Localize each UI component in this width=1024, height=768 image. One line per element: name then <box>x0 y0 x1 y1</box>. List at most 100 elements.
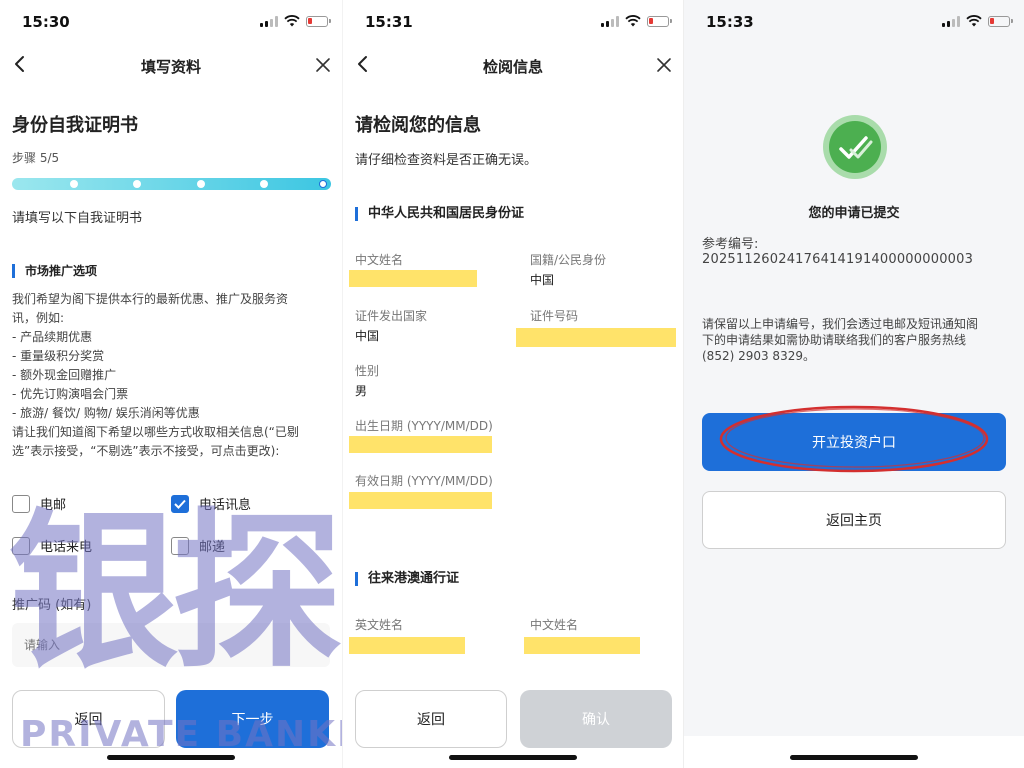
review-info-screen: 15:31 检阅信息 请检阅您的信息 请仔细检查资料是否正确无误。 中华人民共和… <box>342 0 683 768</box>
page-title: 身份自我证明书 <box>12 115 138 136</box>
description-line: 我们希望为阁下提供本行的最新优惠、推广及服务资 <box>12 292 289 306</box>
redaction-mark <box>349 270 477 287</box>
checkbox-box-checked[interactable] <box>171 494 189 513</box>
status-time: 15:33 <box>706 13 754 31</box>
referral-label: 推广码 (如有) <box>12 598 92 613</box>
close-icon[interactable] <box>655 56 673 74</box>
bottom-bar <box>684 736 1024 768</box>
redaction-mark <box>349 436 492 453</box>
cellular-signal-icon <box>260 15 278 27</box>
section-title-id-card: 中华人民共和国居民身份证 <box>355 207 524 221</box>
status-time: 15:30 <box>22 13 70 31</box>
checkbox-phone-call[interactable]: 电话来电 <box>12 536 92 555</box>
step-indicator: 步骤 5/5 <box>12 151 60 165</box>
marketing-description: 我们希望为阁下提供本行的最新优惠、推广及服务资 讯，例如: - 产品续期优惠 -… <box>12 290 330 461</box>
checkmark-icon <box>174 499 186 509</box>
reference-number: 20251126024176414191400000000003 <box>702 252 974 267</box>
description-line: - 重量级积分奖赏 <box>12 349 105 363</box>
battery-low-icon <box>988 15 1013 27</box>
field-label-chinese-name-2: 中文姓名 <box>530 618 579 632</box>
section-title-marketing: 市场推广选项 <box>12 264 97 278</box>
progress-dot <box>70 180 78 188</box>
field-label-nationality: 国籍/公民身份 <box>530 253 607 267</box>
home-indicator <box>449 755 577 760</box>
checkbox-box[interactable] <box>12 494 30 513</box>
field-label-english-name: 英文姓名 <box>355 618 404 632</box>
wifi-icon <box>966 15 982 27</box>
field-label-issuing-country: 证件发出国家 <box>355 309 428 323</box>
checkbox-mail[interactable]: 邮递 <box>171 536 225 555</box>
description-line: 讯，例如: <box>12 311 65 325</box>
page-title: 请检阅您的信息 <box>355 115 481 136</box>
confirm-button[interactable]: 确认 <box>520 690 672 748</box>
redaction-mark <box>349 637 465 654</box>
back-button[interactable]: 返回 <box>12 690 165 748</box>
home-indicator <box>107 755 235 760</box>
checkbox-label: 电话讯息 <box>199 498 252 513</box>
next-button[interactable]: 下一步 <box>176 690 329 748</box>
page-subtitle: 请仔细检查资料是否正确无误。 <box>355 153 538 168</box>
battery-low-icon <box>306 15 331 27</box>
wifi-icon <box>284 15 300 27</box>
progress-dot <box>197 180 205 188</box>
redaction-mark <box>349 492 492 509</box>
field-value-nationality: 中国 <box>530 273 555 287</box>
notice-text: 请保留以上申请编号，我们会透过电邮及短讯通知阁 下的申请结果如需协助请联络我们的… <box>702 316 1012 364</box>
nav-title: 检阅信息 <box>482 58 543 76</box>
status-icons <box>942 15 1013 27</box>
description-line: 选”表示接受，“不剔选”表示不接受，可点击更改): <box>12 444 280 458</box>
status-time: 15:31 <box>365 13 413 31</box>
battery-low-icon <box>647 15 672 27</box>
wifi-icon <box>625 15 641 27</box>
nav-title: 填写资料 <box>140 58 201 76</box>
section-title-hk-macau-permit: 往来港澳通行证 <box>355 572 459 586</box>
description-line: - 产品续期优惠 <box>12 330 93 344</box>
notice-line: 下的申请结果如需协助请联络我们的客户服务热线 <box>702 333 967 347</box>
field-label-chinese-name: 中文姓名 <box>355 253 404 267</box>
status-bar: 15:33 <box>684 0 1024 44</box>
checkbox-box[interactable] <box>171 536 189 555</box>
home-indicator <box>790 755 918 760</box>
checkbox-label: 邮递 <box>199 540 226 555</box>
status-icons <box>601 15 672 27</box>
reference-label: 参考编号: <box>702 237 759 252</box>
submitted-message: 您的申请已提交 <box>808 206 900 221</box>
status-icons <box>260 15 331 27</box>
form-subheading: 请填写以下自我证明书 <box>12 211 143 226</box>
nav-bar: 填写资料 <box>0 46 342 86</box>
status-bar: 15:30 <box>0 0 342 44</box>
close-icon[interactable] <box>314 56 332 74</box>
field-value-gender: 男 <box>355 384 368 398</box>
field-value-issuing-country: 中国 <box>355 329 380 343</box>
success-check-icon <box>823 115 887 179</box>
description-line: - 额外现金回赠推广 <box>12 368 117 382</box>
progress-dot <box>260 180 268 188</box>
checkbox-email[interactable]: 电邮 <box>12 494 66 513</box>
field-label-id-number: 证件号码 <box>530 309 579 323</box>
back-button[interactable]: 返回 <box>355 690 507 748</box>
field-label-gender: 性别 <box>355 364 380 378</box>
checkbox-box[interactable] <box>12 536 30 555</box>
redaction-mark <box>516 328 676 347</box>
checkbox-label: 电邮 <box>40 498 67 513</box>
submission-success-screen: 15:33 您的申请已提交 参考编号: 20251126024176414191… <box>683 0 1024 768</box>
description-line: - 旅游/ 餐饮/ 购物/ 娱乐消闲等优惠 <box>12 406 200 420</box>
return-home-button[interactable]: 返回主页 <box>702 491 1006 549</box>
cellular-signal-icon <box>942 15 960 27</box>
progress-bar <box>12 178 331 190</box>
progress-dot-current <box>319 180 327 188</box>
redaction-mark <box>524 637 640 654</box>
field-label-expiry: 有效日期 (YYYY/MM/DD) <box>355 474 493 488</box>
progress-dot <box>133 180 141 188</box>
status-bar: 15:31 <box>343 0 683 44</box>
cellular-signal-icon <box>601 15 619 27</box>
field-label-dob: 出生日期 (YYYY/MM/DD) <box>355 419 493 433</box>
notice-line: (852) 2903 8329。 <box>702 349 815 363</box>
annotation-circle <box>719 405 989 473</box>
fill-info-screen: 15:30 填写资料 身份自我证明书 步骤 5/5 请填写以下自我证明书 市场推… <box>0 0 342 768</box>
notice-line: 请保留以上申请编号，我们会透过电邮及短讯通知阁 <box>702 317 979 331</box>
description-line: - 优先订购演唱会门票 <box>12 387 129 401</box>
checkbox-phone-message[interactable]: 电话讯息 <box>171 494 251 513</box>
referral-code-input[interactable] <box>12 623 330 667</box>
checkbox-label: 电话来电 <box>40 540 93 555</box>
